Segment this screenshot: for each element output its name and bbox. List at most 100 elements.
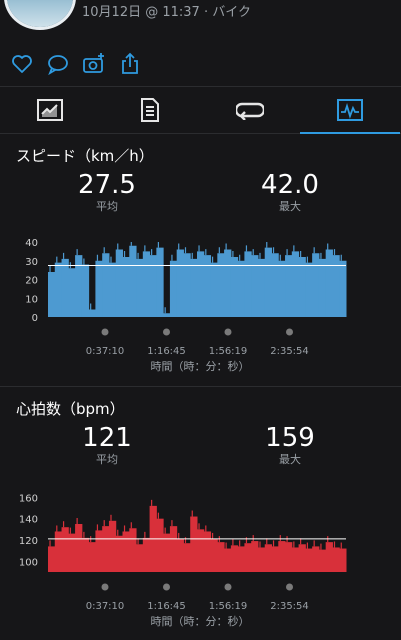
document-list-icon: [141, 98, 159, 122]
data-bar: [183, 253, 191, 317]
data-bar: [122, 257, 130, 317]
data-bar: [95, 530, 103, 572]
data-bar: [197, 251, 205, 317]
data-bar: [264, 247, 272, 317]
speed-chart[interactable]: 40 30 20 10 0 0:37:10 1:16:45 1:56:19 2:35:54 時間（…: [0, 230, 401, 375]
data-bar: [312, 253, 320, 317]
data-bar: [305, 548, 313, 572]
x-tick-label: 1:56:19: [209, 601, 248, 612]
data-bar: [129, 528, 137, 572]
tab-laps[interactable]: [200, 87, 300, 133]
data-bar: [81, 537, 90, 572]
data-bar: [285, 255, 293, 317]
data-bar: [244, 543, 252, 572]
x-tick-dot: [286, 583, 293, 591]
data-bar: [339, 260, 347, 317]
heart-icon[interactable]: [10, 52, 34, 76]
x-tick-label: 0:37:10: [86, 346, 125, 357]
data-bar: [54, 531, 63, 572]
data-bar: [176, 249, 184, 317]
data-bar: [75, 255, 83, 317]
data-bar: [325, 542, 333, 572]
laps-icon: [236, 102, 264, 120]
heart-avg-value: 121: [82, 423, 132, 453]
data-bar: [257, 258, 266, 317]
y-tick-label: 120: [19, 536, 38, 547]
data-bar: [203, 531, 212, 572]
data-bar: [278, 260, 286, 317]
data-bar: [169, 260, 178, 317]
data-bar: [95, 260, 103, 317]
x-tick-dot: [163, 583, 170, 591]
data-bar: [230, 257, 239, 317]
data-bar: [129, 245, 137, 317]
data-bar: [298, 257, 306, 317]
data-bar: [278, 541, 286, 572]
avatar[interactable]: [4, 0, 76, 30]
data-bar: [68, 268, 76, 317]
data-bar: [88, 542, 96, 572]
heart-rate-chart[interactable]: 160 140 120 100 0:37:10 1:16:45 1:56:19 2:35:54…: [0, 480, 401, 630]
speed-max-value: 42.0: [261, 170, 319, 200]
data-bar: [291, 251, 300, 317]
tab-graphs[interactable]: [300, 87, 400, 134]
data-bar: [136, 258, 144, 317]
data-bar: [115, 535, 123, 572]
data-bar: [251, 255, 259, 317]
data-bar: [88, 309, 96, 317]
data-bar: [136, 544, 144, 572]
data-bar: [285, 542, 293, 572]
data-bar: [291, 547, 300, 572]
data-bar: [251, 541, 259, 572]
data-bar: [197, 529, 205, 572]
data-bar: [190, 258, 198, 317]
x-tick-label: 2:35:54: [270, 601, 309, 612]
data-bar: [237, 260, 245, 317]
data-bar: [183, 543, 191, 572]
camera-add-icon[interactable]: [82, 52, 106, 76]
speed-avg-value: 27.5: [78, 170, 136, 200]
x-tick-label: 1:16:45: [147, 346, 186, 357]
y-tick-label: 140: [19, 515, 38, 526]
x-axis-label: 時間（時：分：秒）: [151, 359, 250, 373]
area-series: [48, 242, 347, 317]
data-bar: [61, 527, 69, 572]
chart-card-icon: [37, 99, 63, 121]
data-bar: [318, 549, 327, 572]
speed-avg-label: 平均: [96, 200, 118, 213]
heart-section-title: 心拍数（bpm）: [16, 400, 125, 418]
data-bar: [217, 253, 225, 317]
area-series: [48, 499, 347, 572]
data-bar: [237, 546, 245, 572]
heart-max-value: 159: [265, 423, 315, 453]
data-bar: [332, 255, 340, 317]
data-bar: [163, 313, 171, 317]
heart-max-label: 最大: [279, 453, 301, 466]
data-bar: [156, 247, 164, 317]
x-tick-label: 0:37:10: [86, 601, 125, 612]
heart-avg-label: 平均: [96, 453, 118, 466]
y-tick-label: 10: [25, 294, 38, 305]
y-tick-label: 20: [25, 276, 38, 287]
tab-summary[interactable]: [0, 87, 100, 133]
data-bar: [108, 520, 117, 572]
data-bar: [122, 531, 130, 572]
comment-icon[interactable]: [46, 52, 70, 76]
data-bar: [81, 264, 90, 317]
data-bar: [339, 548, 347, 572]
data-bar: [176, 538, 184, 572]
section-divider: [0, 386, 401, 387]
data-bar: [325, 249, 333, 317]
y-tick-label: 0: [32, 313, 38, 324]
data-bar: [217, 542, 225, 572]
data-bar: [244, 251, 252, 317]
speed-max-label: 最大: [279, 200, 301, 213]
tab-details[interactable]: [100, 87, 200, 133]
x-tick-dot: [224, 583, 232, 591]
x-tick-dot: [224, 328, 232, 336]
data-bar: [102, 253, 110, 317]
data-bar: [230, 545, 239, 572]
share-icon[interactable]: [118, 52, 142, 76]
graph-icon: [337, 99, 363, 121]
data-bar: [75, 524, 83, 572]
